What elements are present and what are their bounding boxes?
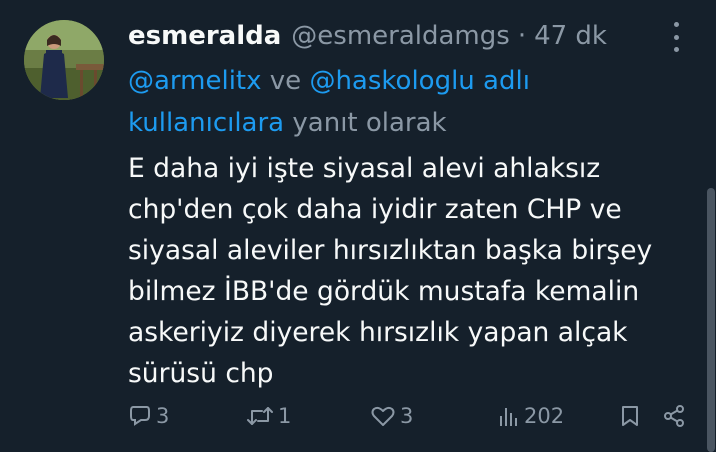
reply-button[interactable]: 3 <box>128 398 169 434</box>
reply-suffix: yanıt olarak <box>284 108 447 138</box>
repost-count: 1 <box>278 404 292 428</box>
tweet-header: esmeralda @esmeraldamgs · 47 dk <box>128 16 607 56</box>
scrollbar-thumb[interactable] <box>707 188 715 452</box>
share-button[interactable] <box>662 398 686 434</box>
repost-button[interactable]: 1 <box>246 398 291 434</box>
heart-icon <box>371 406 395 426</box>
avatar[interactable] <box>24 20 104 100</box>
three-dots-vertical-icon <box>673 22 679 27</box>
reply-connector: ve <box>261 66 310 96</box>
tweet-text-line: sürüsü chp <box>128 358 274 389</box>
view-count: 202 <box>524 404 565 428</box>
mention-link-1[interactable]: @armelitx <box>128 66 262 96</box>
bookmark-button[interactable] <box>620 398 640 434</box>
tweet-text-line: askeriyiz diyerek hırsızlık yapan alçak <box>128 317 628 348</box>
user-handle[interactable]: @esmeraldamgs <box>291 21 510 51</box>
tweet-text-line: bilmez İBB'de gördük mustafa kemalin <box>128 276 640 307</box>
views-button[interactable]: 202 <box>498 398 564 434</box>
more-options-button[interactable] <box>664 22 688 52</box>
share-icon <box>664 405 684 427</box>
bar-chart-icon <box>500 408 517 426</box>
tweet-text-line: siyasal aleviler hırsızlıktan başka birş… <box>128 235 653 266</box>
separator-dot: · <box>517 21 527 51</box>
tweet-text-line: chp'den çok daha iyidir zaten CHP ve <box>128 194 622 225</box>
tweet-text-line: E daha iyi işte siyasal alevi ahlaksız <box>128 153 601 184</box>
action-bar: 3 1 3 202 <box>128 398 688 434</box>
bookmark-icon <box>622 406 638 426</box>
tweet-text: E daha iyi işte siyasal alevi ahlaksız c… <box>128 148 688 394</box>
speech-bubble-icon <box>130 406 150 426</box>
display-name[interactable]: esmeralda <box>128 21 281 51</box>
reply-context: @armelitx ve @haskologlu adlı kullanıcıl… <box>128 60 568 144</box>
like-count: 3 <box>400 404 414 428</box>
tweet[interactable]: esmeralda @esmeraldamgs · 47 dk @armelit… <box>0 0 716 452</box>
reply-count: 3 <box>156 404 170 428</box>
timestamp[interactable]: 47 dk <box>534 21 607 51</box>
repost-arrows-icon <box>247 407 273 425</box>
like-button[interactable]: 3 <box>370 398 413 434</box>
